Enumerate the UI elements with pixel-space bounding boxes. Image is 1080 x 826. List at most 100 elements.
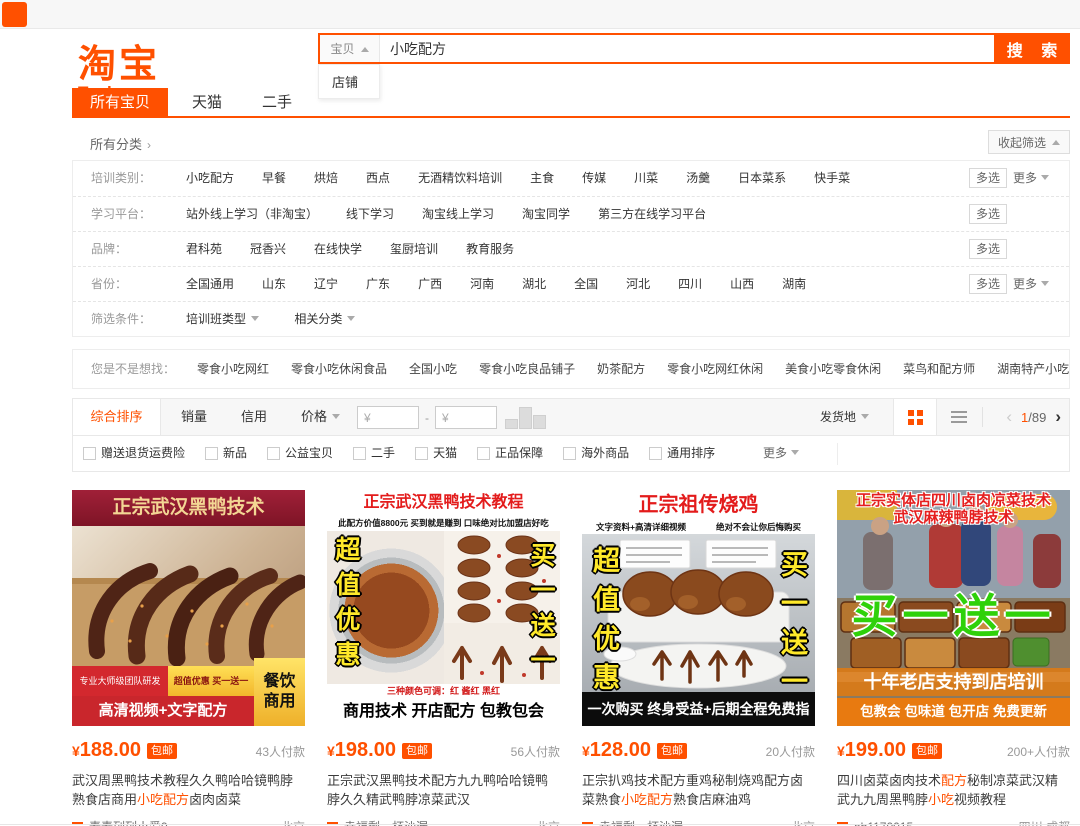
filter-link[interactable]: 河南 <box>470 277 494 291</box>
search-input[interactable] <box>380 35 994 62</box>
list-view-button[interactable] <box>939 399 979 435</box>
product-image[interactable]: 正宗祖传烧鸡 文字资料+高清详细视频绝对不会让你后悔购买 超值优惠 买一送一 一… <box>582 490 815 726</box>
suggest-link[interactable]: 零食小吃良品铺子 <box>479 362 575 376</box>
search-scope-menu-item-shop[interactable]: 店铺 <box>318 64 380 99</box>
filter-link[interactable]: 四川 <box>678 277 702 291</box>
suggest-link[interactable]: 零食小吃网红 <box>197 362 269 376</box>
breadcrumb[interactable]: 所有分类› <box>90 134 151 153</box>
filter-link[interactable]: 无酒精饮料培训 <box>418 171 502 185</box>
dropdown-label: 相关分类 <box>294 302 342 336</box>
option-checkbox[interactable]: 二手 <box>353 436 395 470</box>
filter-link[interactable]: 全国通用 <box>186 277 234 291</box>
filter-link[interactable]: 西点 <box>366 171 390 185</box>
option-checkbox[interactable]: 公益宝贝 <box>267 436 333 470</box>
filter-link[interactable]: 山西 <box>730 277 754 291</box>
price-histogram-icon[interactable] <box>505 406 551 429</box>
filter-link[interactable]: 站外线上学习（非淘宝） <box>186 207 318 221</box>
filter-links: 站外线上学习（非淘宝） 线下学习 淘宝线上学习 淘宝同学 第三方在线学习平台 <box>186 197 904 231</box>
grid-icon <box>908 410 923 425</box>
filter-link[interactable]: 玺厨培训 <box>390 242 438 256</box>
filter-link[interactable]: 全国 <box>574 277 598 291</box>
product-title[interactable]: 武汉周黑鸭技术教程久久鸭哈哈镜鸭脖熟食店商用小吃配方卤肉卤菜 <box>72 771 305 809</box>
suggest-link[interactable]: 美食小吃零食休闲 <box>785 362 881 376</box>
filter-link[interactable]: 早餐 <box>262 171 286 185</box>
filter-link[interactable]: 日本菜系 <box>738 171 786 185</box>
product-price: 199.00 <box>845 739 906 762</box>
more-button[interactable]: 更多 <box>1013 267 1049 301</box>
seller-name[interactable]: ab1170015 <box>854 820 913 826</box>
sort-composite[interactable]: 综合排序 <box>73 399 161 435</box>
collapse-filters-button[interactable]: 收起筛选 <box>988 130 1070 154</box>
prev-page-icon[interactable]: ‹ <box>1006 407 1012 427</box>
filter-link[interactable]: 冠香兴 <box>250 242 286 256</box>
filter-link[interactable]: 淘宝同学 <box>522 207 570 221</box>
option-checkbox[interactable]: 天猫 <box>415 436 457 470</box>
sort-bar: 综合排序 销量 信用 价格 - 发货地 ‹ 1/89 › <box>72 398 1070 436</box>
price-min-input[interactable] <box>357 406 419 429</box>
product-image[interactable]: 正宗武汉黑鸭技术教程 此配方价值8800元 买到就是赚到 口味绝对比加盟店好吃 … <box>327 490 560 726</box>
option-checkbox[interactable]: 赠送退货运费险 <box>83 436 185 470</box>
multi-select-button[interactable]: 多选 <box>969 168 1007 188</box>
product-title[interactable]: 四川卤菜卤肉技术配方秘制凉菜武汉精武九九周黑鸭脖小吃视频教程 <box>837 771 1070 809</box>
app-square-icon[interactable] <box>2 2 27 27</box>
more-label: 更多 <box>1013 267 1037 301</box>
filter-link[interactable]: 川菜 <box>634 171 658 185</box>
suggest-link[interactable]: 全国小吃 <box>409 362 457 376</box>
filter-link[interactable]: 山东 <box>262 277 286 291</box>
multi-select-button[interactable]: 多选 <box>969 204 1007 224</box>
search-button[interactable]: 搜 索 <box>994 35 1068 62</box>
tab-all-items[interactable]: 所有宝贝 <box>72 88 168 118</box>
filter-link[interactable]: 君科苑 <box>186 242 222 256</box>
checkbox-icon <box>415 447 428 460</box>
sort-sales[interactable]: 销量 <box>181 399 207 435</box>
dropdown-training-type[interactable]: 培训班类型 <box>186 302 259 336</box>
filter-link[interactable]: 烘焙 <box>314 171 338 185</box>
filter-link[interactable]: 小吃配方 <box>186 171 234 185</box>
price-max-input[interactable] <box>435 406 497 429</box>
filter-link[interactable]: 快手菜 <box>814 171 850 185</box>
filter-link[interactable]: 淘宝线上学习 <box>422 207 494 221</box>
more-button[interactable]: 更多 <box>1013 161 1049 195</box>
sort-price[interactable]: 价格 <box>301 399 340 435</box>
product-title[interactable]: 正宗武汉黑鸭技术配方九九鸭哈哈镜鸭脖久久精武鸭脖凉菜武汉 <box>327 771 560 809</box>
product-image[interactable]: 正宗武汉黑鸭技术 专业大师级团队研发 超值优惠 买一送一 餐饮商用 高清视频+文… <box>72 490 305 726</box>
next-page-icon[interactable]: › <box>1055 407 1061 427</box>
product-title-text: 四川卤菜卤肉技术 <box>837 773 941 788</box>
option-checkbox[interactable]: 正品保障 <box>477 436 543 470</box>
filter-link[interactable]: 湖南 <box>782 277 806 291</box>
product-title[interactable]: 正宗扒鸡技术配方重鸡秘制烧鸡配方卤菜熟食小吃配方熟食店麻油鸡 <box>582 771 815 809</box>
filter-link[interactable]: 广西 <box>418 277 442 291</box>
tab-secondhand[interactable]: 二手 <box>242 88 312 118</box>
suggest-link[interactable]: 菜鸟和配方师 <box>903 362 975 376</box>
filter-link[interactable]: 辽宁 <box>314 277 338 291</box>
option-checkbox[interactable]: 海外商品 <box>563 436 629 470</box>
ship-from-dropdown[interactable]: 发货地 <box>820 399 869 435</box>
dropdown-related-category[interactable]: 相关分类 <box>294 302 355 336</box>
filter-link[interactable]: 线下学习 <box>346 207 394 221</box>
multi-select-button[interactable]: 多选 <box>969 274 1007 294</box>
product-image[interactable]: 正宗实体店四川卤肉凉菜技术 武汉麻辣鸭脖技术 买一送一 十年老店支持到店培训 包… <box>837 490 1070 726</box>
sort-credit[interactable]: 信用 <box>241 399 267 435</box>
option-checkboxes: 赠送退货运费险新品公益宝贝二手天猫正品保障海外商品通用排序 <box>83 447 735 464</box>
multi-select-button[interactable]: 多选 <box>969 239 1007 259</box>
filter-link[interactable]: 主食 <box>530 171 554 185</box>
suggest-link[interactable]: 零食小吃休闲食品 <box>291 362 387 376</box>
filter-link[interactable]: 教育服务 <box>466 242 514 256</box>
suggest-link[interactable]: 奶茶配方 <box>597 362 645 376</box>
options-more-button[interactable]: 更多 <box>763 436 799 470</box>
filter-link[interactable]: 在线快学 <box>314 242 362 256</box>
filter-link[interactable]: 河北 <box>626 277 650 291</box>
filter-link[interactable]: 湖北 <box>522 277 546 291</box>
search-scope-dropdown[interactable]: 宝贝 <box>320 35 380 62</box>
filter-link[interactable]: 广东 <box>366 277 390 291</box>
filter-link[interactable]: 汤羹 <box>686 171 710 185</box>
option-checkbox[interactable]: 通用排序 <box>649 436 715 470</box>
filter-link[interactable]: 传媒 <box>582 171 606 185</box>
tab-tmall[interactable]: 天猫 <box>172 88 242 118</box>
option-checkbox[interactable]: 新品 <box>205 436 247 470</box>
suggest-link[interactable]: 湖南特产小吃零食 <box>997 362 1070 376</box>
filter-link[interactable]: 第三方在线学习平台 <box>598 207 706 221</box>
grid-view-button[interactable] <box>893 399 937 435</box>
free-shipping-badge: 包邮 <box>912 743 942 759</box>
suggest-link[interactable]: 零食小吃网红休闲 <box>667 362 763 376</box>
